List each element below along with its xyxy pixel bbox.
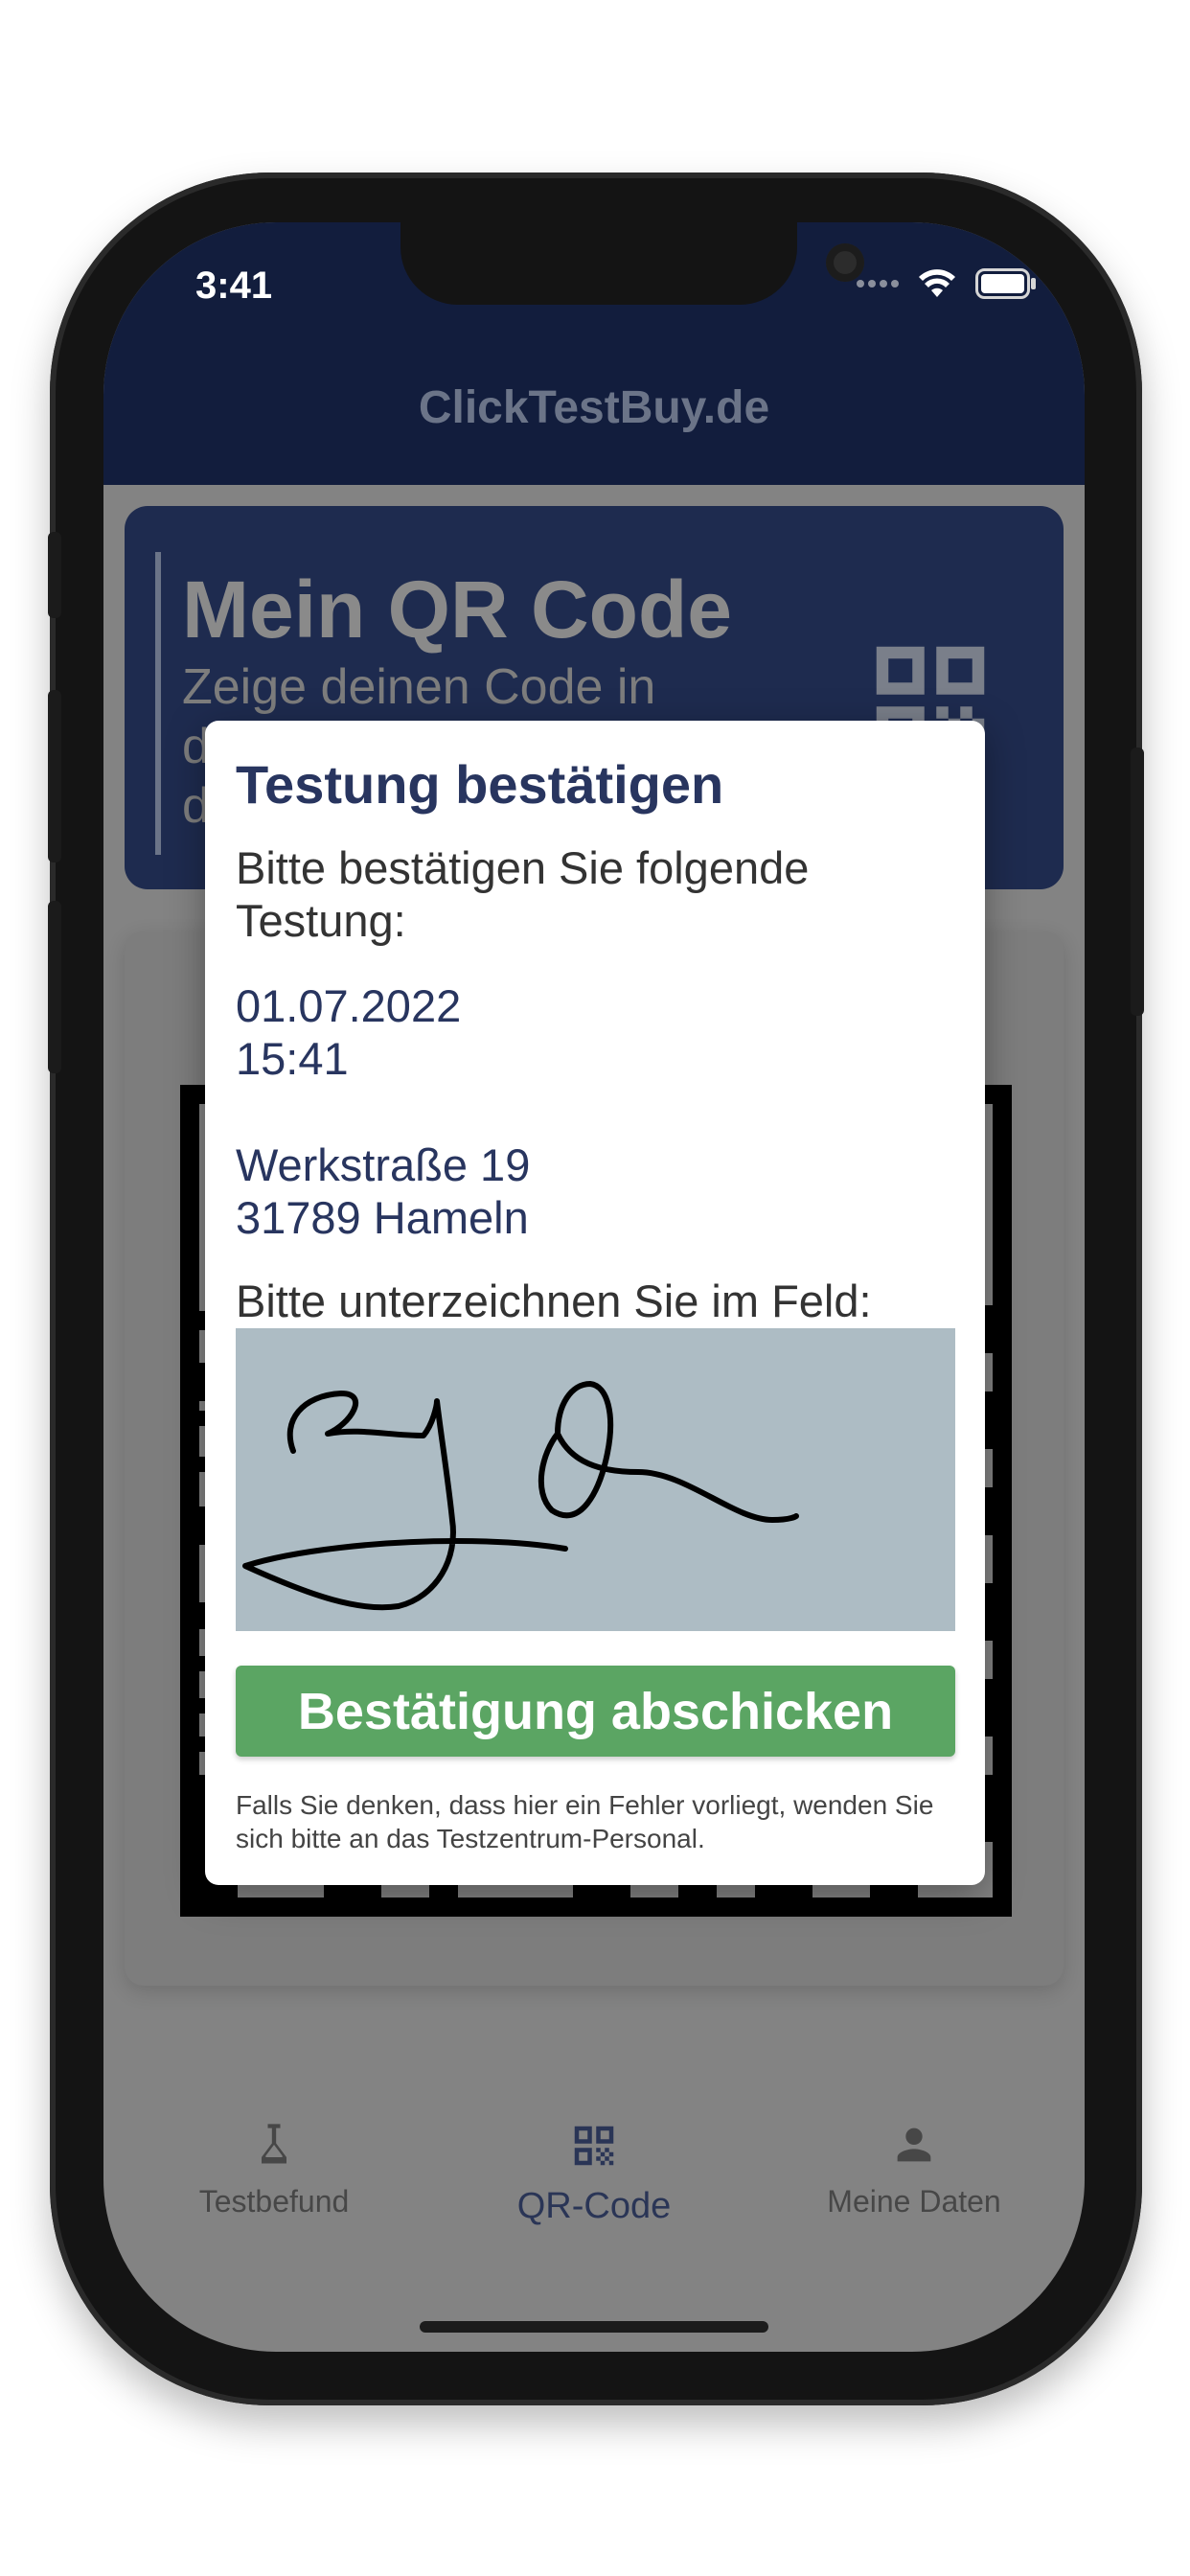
tab-label-testbefund: Testbefund	[198, 2184, 350, 2219]
dialog-footnote: Falls Sie denken, dass hier ein Fehler v…	[236, 1790, 934, 1853]
volume-up-button	[48, 690, 61, 862]
volume-down-button	[48, 901, 61, 1073]
signal-dots-icon	[857, 280, 899, 288]
notch	[400, 222, 864, 305]
test-datetime: 01.07.2022 15:41	[236, 979, 461, 1085]
tab-testbefund[interactable]: Testbefund	[130, 2120, 418, 2220]
address-street: Werkstraße 19	[236, 1139, 531, 1190]
banner-subtitle-line1: Zeige deinen Code in	[182, 659, 656, 715]
battery-icon	[975, 268, 1036, 299]
wifi-icon	[919, 269, 955, 297]
dialog-title: Testung bestätigen	[236, 754, 724, 815]
status-time: 3:41	[195, 264, 273, 307]
app-title: ClickTestBuy.de	[418, 382, 770, 433]
power-button	[1131, 748, 1144, 1016]
tab-meine-daten[interactable]: Meine Daten	[770, 2120, 1058, 2220]
test-date: 01.07.2022	[236, 980, 462, 1031]
tab-qr-code[interactable]: QR-Code	[450, 2120, 738, 2227]
microscope-icon	[262, 2124, 286, 2164]
dialog-intro: Bitte bestätigen Sie folgende Testung:	[236, 842, 810, 946]
qr-code-icon	[574, 2126, 614, 2166]
mute-switch	[48, 532, 61, 618]
tab-bar: Testbefund QR-Code Meine Daten	[103, 2120, 1085, 2312]
signature-stroke	[242, 1381, 799, 1611]
person-icon	[897, 2128, 931, 2162]
banner-title: Mein QR Code	[182, 564, 733, 655]
test-time: 15:41	[236, 1033, 349, 1084]
signature-label: Bitte unterzeichnen Sie im Feld:	[236, 1276, 872, 1326]
signature-pad[interactable]	[236, 1328, 955, 1631]
tab-label-qr-code: QR-Code	[516, 2186, 672, 2226]
test-address: Werkstraße 19 31789 Hameln	[236, 1138, 530, 1244]
app-header: 3:41 ClickTestBuy.de	[103, 222, 1085, 485]
banner-accent-bar	[155, 552, 161, 855]
home-indicator	[420, 2321, 768, 2333]
submit-confirmation-button[interactable]: Bestätigung abschicken	[236, 1666, 955, 1757]
status-icons	[857, 268, 1037, 299]
tab-label-meine-daten: Meine Daten	[827, 2184, 1001, 2219]
address-city: 31789 Hameln	[236, 1192, 529, 1243]
confirm-test-dialog: Testung bestätigen Bitte bestätigen Sie …	[205, 721, 985, 1885]
